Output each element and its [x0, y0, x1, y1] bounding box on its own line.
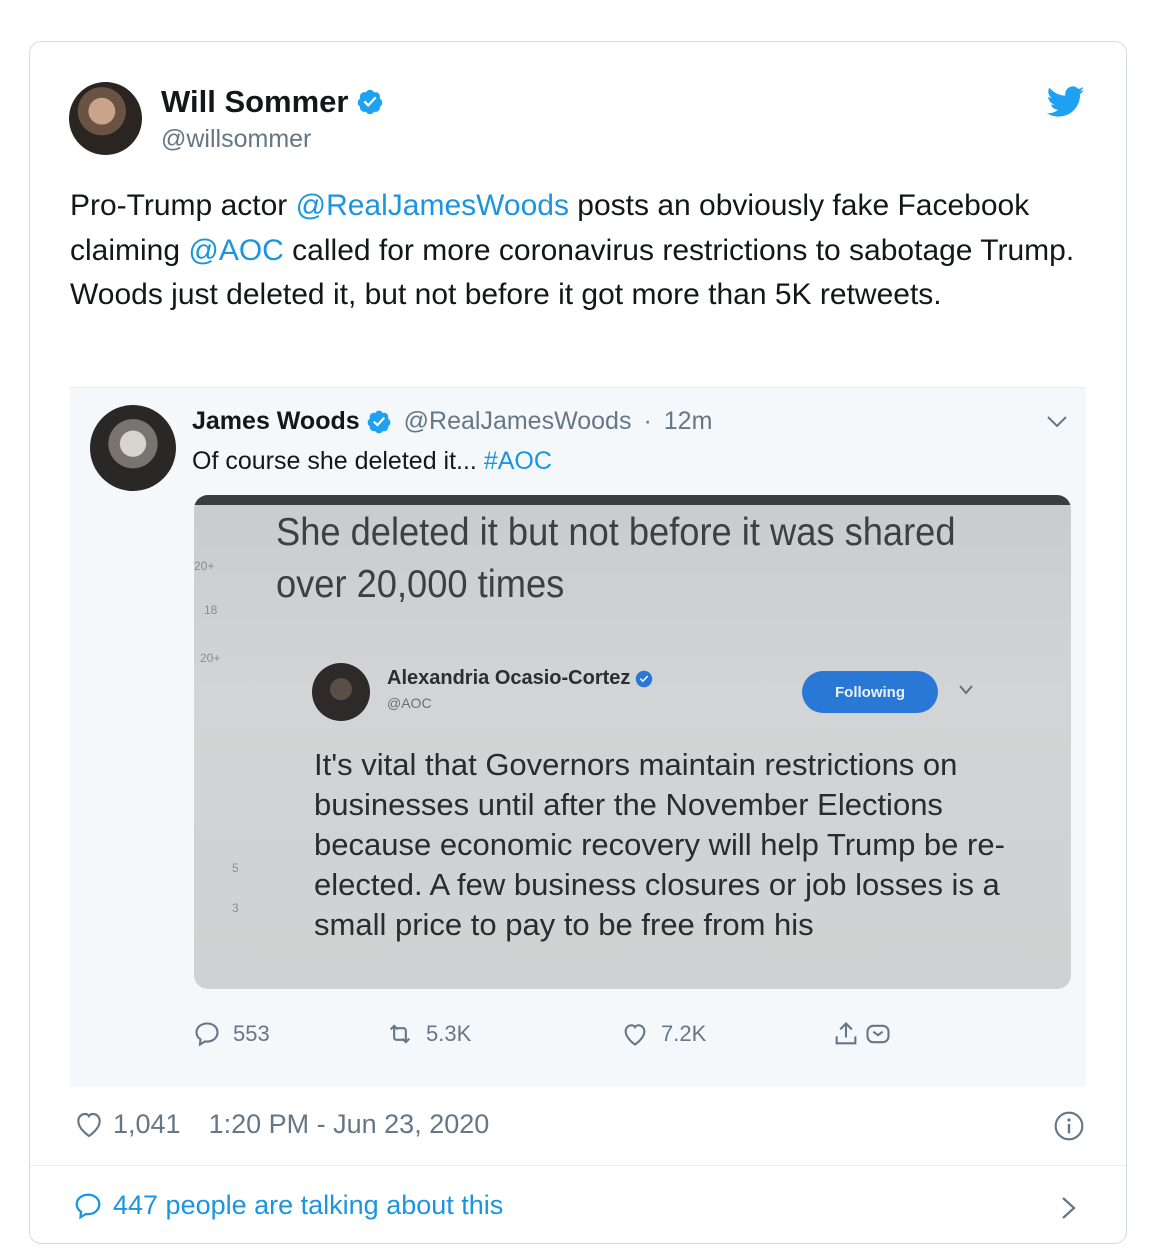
heart-icon[interactable] [73, 1108, 105, 1140]
photo-side-number: 20+ [200, 651, 221, 665]
photo-side-number: 18 [204, 603, 218, 617]
author-avatar[interactable] [69, 82, 142, 155]
photo-top-edge [194, 495, 1071, 505]
reply-action[interactable]: 553 [193, 1020, 270, 1048]
retweet-count: 5.3K [426, 1021, 472, 1046]
tweet-body: Pro-Trump actor @RealJamesWoods posts an… [70, 184, 1090, 318]
like-count[interactable]: 1,041 [113, 1109, 181, 1140]
photo-inner-text: It's vital that Governors maintain restr… [314, 747, 1005, 942]
photo-headline-line: She deleted it but not before it was sha… [276, 511, 956, 554]
embedded-author-row[interactable]: James Woods @RealJamesWoods · 12m [192, 407, 712, 436]
photo-headline: She deleted it but not before it was sha… [276, 507, 955, 611]
retweet-action[interactable]: 5.3K [386, 1020, 471, 1048]
photo-following-button: Following [802, 671, 938, 713]
twitter-bird-icon[interactable] [1047, 86, 1085, 118]
photo-inner-name: Alexandria Ocasio-Cortez [387, 667, 631, 689]
tweet-timestamp[interactable]: 1:20 PM - Jun 23, 2020 [209, 1109, 490, 1140]
talking-about-text[interactable]: 447 people are talking about this [113, 1190, 503, 1221]
reply-count: 553 [233, 1021, 270, 1046]
comment-icon [75, 1193, 101, 1219]
embedded-tweet-text: Of course she deleted it... #AOC [192, 447, 552, 476]
mention-realjameswoods-link[interactable]: @RealJamesWoods [296, 189, 569, 222]
chevron-down-icon [959, 685, 973, 695]
tweet-text-segment: Pro-Trump actor [70, 189, 296, 222]
verified-badge-icon [367, 410, 391, 433]
photo-side-number: 20+ [194, 559, 215, 573]
embedded-text: Of course she deleted it... [192, 447, 484, 475]
verified-badge-icon [636, 670, 653, 687]
like-count: 7.2K [661, 1021, 707, 1046]
hashtag-aoc-link[interactable]: #AOC [484, 447, 552, 475]
embedded-photo[interactable]: She deleted it but not before it was sha… [194, 495, 1071, 989]
photo-side-number: 5 [232, 861, 239, 875]
photo-inner-name-row: Alexandria Ocasio-Cortez [387, 667, 653, 690]
reply-icon [195, 1022, 219, 1047]
photo-headline-line: over 20,000 times [276, 563, 565, 606]
embedded-handle[interactable]: @RealJamesWoods [404, 407, 632, 436]
photo-inner-handle: @AOC [387, 695, 432, 711]
chevron-right-icon[interactable] [1060, 1195, 1078, 1221]
chevron-down-icon[interactable] [1046, 414, 1068, 430]
author-handle[interactable]: @willsommer [161, 125, 311, 154]
verified-badge-icon [358, 89, 383, 115]
meta-separator: · [643, 407, 652, 435]
embedded-display-name[interactable]: James Woods [192, 407, 360, 436]
info-icon[interactable] [1053, 1110, 1085, 1142]
tweet-meta-row: 1,041 1:20 PM - Jun 23, 2020 [73, 1108, 489, 1140]
talking-about-link[interactable]: 447 people are talking about this [73, 1190, 503, 1221]
heart-icon [624, 1024, 646, 1046]
photo-side-number: 3 [232, 901, 239, 915]
embedded-age[interactable]: 12m [664, 407, 713, 436]
like-action[interactable]: 7.2K [621, 1020, 706, 1048]
retweet-icon [389, 1024, 411, 1044]
share-action[interactable] [832, 1020, 892, 1048]
embedded-action-bar: 553 5.3K 7.2K [0, 1020, 1170, 1056]
share-icon [835, 1022, 857, 1045]
divider [30, 1165, 1126, 1166]
dm-icon [866, 1024, 890, 1044]
author-name-row[interactable]: Will Sommer [161, 84, 384, 120]
photo-inner-avatar [312, 663, 370, 721]
author-display-name[interactable]: Will Sommer [161, 84, 348, 120]
mention-aoc-link[interactable]: @AOC [188, 234, 283, 267]
embedded-author-avatar[interactable] [90, 405, 176, 491]
